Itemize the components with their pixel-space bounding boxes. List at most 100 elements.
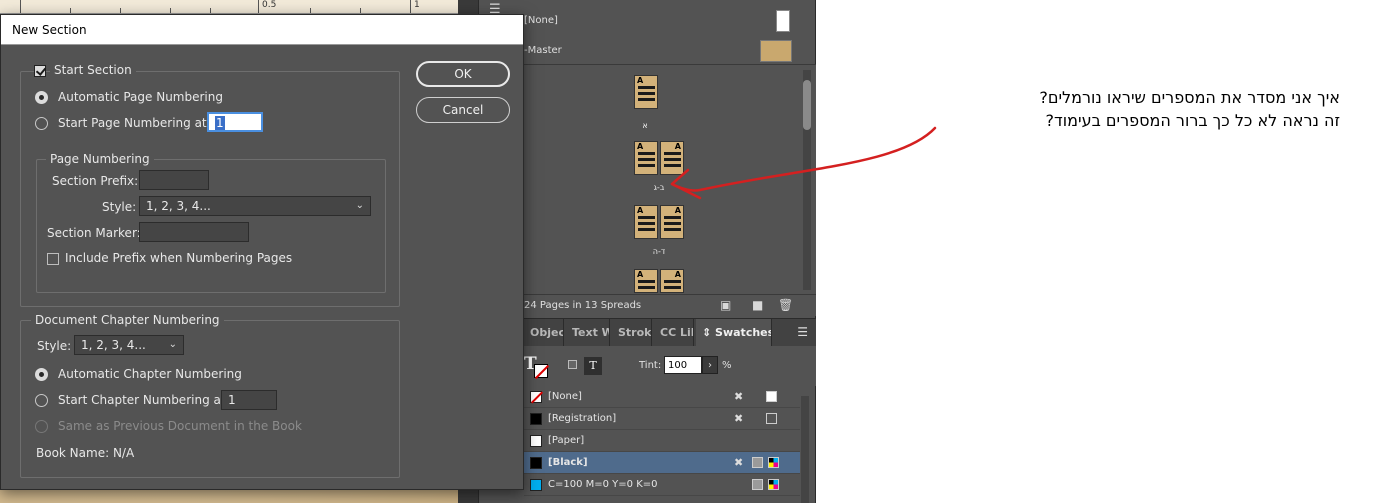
start-chapter-input[interactable]: 1: [221, 390, 277, 410]
swatches-menu-icon[interactable]: ☰: [797, 325, 808, 339]
page-style-value: 1, 2, 3, 4...: [146, 199, 211, 213]
start-page-radio[interactable]: [35, 117, 48, 130]
pages-scroll-thumb[interactable]: [803, 80, 811, 130]
chapter-numbering-group-label: Document Chapter Numbering: [31, 313, 224, 327]
swatch-none-box: [766, 391, 777, 402]
swatch-chip: [530, 457, 542, 469]
horizontal-ruler: 0.5 1: [0, 0, 478, 14]
section-marker-input[interactable]: [139, 222, 249, 242]
edit-page-size-icon[interactable]: ▣: [720, 298, 731, 312]
start-chapter-label: Start Chapter Numbering at:: [58, 393, 230, 407]
start-chapter-radio[interactable]: [35, 394, 48, 407]
tab-text-wrap[interactable]: Text W: [566, 319, 610, 347]
pages-count-text: 24 Pages in 13 Spreads: [524, 300, 642, 311]
cmyk-icon: [768, 457, 779, 468]
tab-swatches-label: Swatches: [715, 326, 772, 339]
swatches-toolbar: T T Tint: 100 › %: [518, 346, 816, 386]
stroke-none-icon: [534, 364, 548, 378]
swatches-list: [None] ✖ [Registration] ✖ [Paper] [Black…: [524, 386, 800, 496]
screenshot-stage: 0.5 1 ☰ [None] -Master A א A A ב-ג A A ד…: [0, 0, 1383, 503]
pages-swatches-panel: [None] -Master A א A A ב-ג A A ד-ה A A 2…: [518, 0, 816, 503]
no-edit-icon: ✖: [734, 390, 744, 403]
swatch-row-registration[interactable]: [Registration] ✖: [524, 408, 800, 430]
master-thumb: [760, 40, 792, 62]
registration-icon: [766, 413, 777, 424]
section-marker-label: Section Marker:: [47, 226, 141, 240]
pages-master-row[interactable]: -Master: [518, 36, 816, 66]
tint-chevron-icon[interactable]: ›: [702, 356, 718, 374]
chapter-style-select[interactable]: 1, 2, 3, 4... ⌄: [74, 335, 184, 355]
tab-cc-libraries[interactable]: CC Lib: [654, 319, 694, 347]
page-thumb[interactable]: A: [634, 141, 658, 175]
dialog-title: New Section: [12, 23, 87, 37]
tab-swatches[interactable]: ⇕ Swatches: [696, 319, 772, 347]
swatch-name: C=100 M=0 Y=0 K=0: [548, 479, 658, 490]
ruler-mark: 0.5: [262, 0, 277, 10]
formatting-text-icon[interactable]: T: [584, 357, 602, 375]
panel-tab-bar: Object Text W Stroke CC Lib ⇕ Swatches ☰: [518, 318, 816, 347]
section-prefix-input[interactable]: [139, 170, 209, 190]
swatch-row-black[interactable]: [Black] ✖: [524, 452, 800, 474]
cancel-button[interactable]: Cancel: [416, 97, 510, 123]
page-master-marker: A: [637, 270, 644, 279]
pages-scrollbar[interactable]: [803, 70, 811, 290]
ok-button[interactable]: OK: [416, 61, 510, 87]
start-section-checkbox[interactable]: [34, 65, 46, 77]
new-page-icon[interactable]: ■: [752, 298, 763, 312]
start-section-label: Start Section: [50, 63, 136, 77]
chapter-style-value: 1, 2, 3, 4...: [81, 338, 146, 352]
ruler-mark: 1: [414, 0, 420, 10]
page-thumb[interactable]: A: [660, 269, 684, 293]
swatch-name: [Black]: [548, 457, 588, 468]
process-color-icon: [752, 479, 763, 490]
swatch-name: [None]: [548, 391, 582, 402]
page-thumb[interactable]: A: [660, 141, 684, 175]
auto-chapter-label: Automatic Chapter Numbering: [58, 367, 242, 381]
page-style-label: Style:: [102, 200, 137, 214]
swatch-row-none[interactable]: [None] ✖: [524, 386, 800, 408]
swatch-row-cyan[interactable]: C=100 M=0 Y=0 K=0: [524, 474, 800, 496]
auto-chapter-radio[interactable]: [35, 368, 48, 381]
page-style-select[interactable]: 1, 2, 3, 4... ⌄: [139, 196, 371, 216]
start-page-label: Start Page Numbering at:: [58, 116, 211, 130]
tab-object[interactable]: Object: [524, 319, 564, 347]
page-thumb[interactable]: A: [634, 205, 658, 239]
page-master-marker: A: [674, 142, 681, 151]
page-numbering-group-label: Page Numbering: [46, 152, 154, 166]
dialog-titlebar[interactable]: New Section: [1, 15, 523, 45]
spread-label: א: [642, 121, 648, 130]
pages-status-bar: 24 Pages in 13 Spreads ▣ ■ 🗑: [518, 294, 816, 316]
tab-stroke[interactable]: Stroke: [612, 319, 652, 347]
page-master-marker: A: [637, 76, 644, 85]
swatch-name: [Paper]: [548, 435, 585, 446]
start-page-value: 1: [215, 116, 225, 130]
pages-none-row[interactable]: [None]: [518, 6, 816, 36]
trash-icon[interactable]: 🗑: [778, 298, 793, 312]
swatch-none-chip: [530, 391, 542, 403]
chapter-style-label: Style:: [37, 339, 72, 353]
page-thumb[interactable]: A: [634, 75, 658, 109]
page-thumb[interactable]: A: [660, 205, 684, 239]
same-as-previous-label: Same as Previous Document in the Book: [58, 419, 302, 433]
swatches-scrollbar[interactable]: [801, 396, 809, 503]
include-prefix-checkbox[interactable]: [47, 253, 59, 265]
tint-input[interactable]: 100: [664, 356, 702, 374]
pages-master-label: -Master: [524, 45, 562, 56]
page-master-marker: A: [674, 206, 681, 215]
chevron-down-icon: ⌄: [355, 200, 364, 211]
annotation-line-2: זה נראה לא כל כך ברור המספרים בעימוד?: [1045, 111, 1340, 130]
swatch-chip: [530, 479, 542, 491]
no-edit-icon: ✖: [734, 412, 744, 425]
section-prefix-label: Section Prefix:: [52, 174, 139, 188]
start-page-input[interactable]: 1: [207, 112, 263, 132]
fill-stroke-icon[interactable]: T: [524, 354, 548, 378]
page-thumb[interactable]: A: [634, 269, 658, 293]
auto-page-label: Automatic Page Numbering: [58, 90, 223, 104]
annotation-line-1: איך אני מסדר את המספרים שיראו נורמלים?: [1039, 88, 1340, 107]
page-master-marker: A: [637, 206, 644, 215]
new-section-dialog: New Section Start Section Automatic Page…: [0, 14, 524, 490]
formatting-container-icon[interactable]: [568, 360, 577, 369]
auto-page-radio[interactable]: [35, 91, 48, 104]
same-as-previous-radio: [35, 420, 48, 433]
swatch-row-paper[interactable]: [Paper]: [524, 430, 800, 452]
